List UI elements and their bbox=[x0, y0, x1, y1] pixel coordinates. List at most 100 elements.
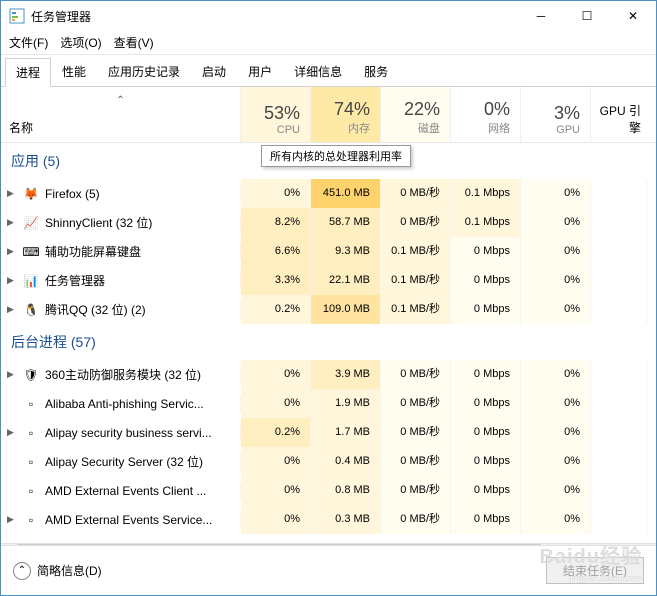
expand-icon[interactable]: ▶ bbox=[7, 246, 17, 257]
process-row[interactable]: ▶⌨辅助功能屏幕键盘6.6%9.3 MB0.1 MB/秒0 Mbps0% bbox=[1, 237, 656, 266]
metric-cell: 0.1 MB/秒 bbox=[381, 295, 451, 324]
process-icon: ▫ bbox=[23, 512, 39, 528]
menu-file[interactable]: 文件(F) bbox=[9, 34, 48, 51]
minimize-button[interactable]: ─ bbox=[518, 1, 564, 31]
metric-cell: 0 MB/秒 bbox=[381, 447, 451, 476]
close-button[interactable]: ✕ bbox=[610, 1, 656, 31]
column-memory[interactable]: 74% 内存 bbox=[311, 87, 381, 142]
process-row[interactable]: ▶🛡360主动防御服务模块 (32 位)0%3.9 MB0 MB/秒0 Mbps… bbox=[1, 360, 656, 389]
metric-cell: 6.6% bbox=[241, 237, 311, 266]
expand-icon[interactable]: ▶ bbox=[7, 369, 17, 380]
expand-icon[interactable]: ▶ bbox=[7, 427, 17, 438]
metric-cell: 0% bbox=[521, 476, 591, 505]
metric-cell: 0 Mbps bbox=[451, 295, 521, 324]
metric-cell: 0 MB/秒 bbox=[381, 389, 451, 418]
metric-cell: 0% bbox=[521, 447, 591, 476]
group-header: 后台进程 (57) bbox=[1, 324, 656, 360]
process-row[interactable]: ▶▫Alipay security business servi...0.2%1… bbox=[1, 418, 656, 447]
process-row[interactable]: ▫Alibaba Anti-phishing Servic...0%1.9 MB… bbox=[1, 389, 656, 418]
process-icon: ⌨ bbox=[23, 244, 39, 260]
metric-cell: 0.1 MB/秒 bbox=[381, 237, 451, 266]
metric-cell: 0.2% bbox=[241, 295, 311, 324]
metric-cell: 0.1 Mbps bbox=[451, 208, 521, 237]
metric-cell: 0% bbox=[521, 295, 591, 324]
app-icon bbox=[9, 8, 25, 24]
metric-cell: 0% bbox=[241, 360, 311, 389]
column-cpu[interactable]: 53% CPU bbox=[241, 87, 311, 142]
metric-cell: 0 MB/秒 bbox=[381, 179, 451, 208]
expand-icon[interactable]: ▶ bbox=[7, 188, 17, 199]
tab-3[interactable]: 启动 bbox=[191, 57, 237, 86]
column-name[interactable]: ⌃ 名称 bbox=[1, 87, 241, 142]
expand-icon[interactable]: ▶ bbox=[7, 514, 17, 525]
fewer-details-button[interactable]: ⌃ 简略信息(D) bbox=[13, 562, 102, 580]
metric-cell: 0% bbox=[241, 505, 311, 534]
metric-cell: 0 Mbps bbox=[451, 266, 521, 295]
metric-cell: 0.3 MB bbox=[311, 505, 381, 534]
metric-cell: 0% bbox=[241, 389, 311, 418]
metric-cell: 0% bbox=[521, 505, 591, 534]
metric-cell: 0% bbox=[241, 447, 311, 476]
metric-cell: 0% bbox=[521, 360, 591, 389]
tab-0[interactable]: 进程 bbox=[5, 58, 51, 87]
process-row[interactable]: ▶▫AMD External Events Service...0%0.3 MB… bbox=[1, 505, 656, 534]
metric-cell: 58.7 MB bbox=[311, 208, 381, 237]
metric-cell: 0 MB/秒 bbox=[381, 476, 451, 505]
metric-cell: 3.3% bbox=[241, 266, 311, 295]
column-disk[interactable]: 22% 磁盘 bbox=[381, 87, 451, 142]
process-row[interactable]: ▫Alipay Security Server (32 位)0%0.4 MB0 … bbox=[1, 447, 656, 476]
process-icon: ▫ bbox=[23, 425, 39, 441]
process-name: ShinnyClient (32 位) bbox=[45, 214, 152, 231]
process-row[interactable]: ▶🦊Firefox (5)0%451.0 MB0 MB/秒0.1 Mbps0% bbox=[1, 179, 656, 208]
metric-cell: 0% bbox=[521, 237, 591, 266]
menu-options[interactable]: 选项(O) bbox=[60, 34, 101, 51]
metric-cell: 0 Mbps bbox=[451, 447, 521, 476]
column-network[interactable]: 0% 网络 bbox=[451, 87, 521, 142]
end-task-button[interactable]: 结束任务(E) bbox=[546, 557, 644, 584]
process-icon: 📈 bbox=[23, 215, 39, 231]
metric-cell: 0 MB/秒 bbox=[381, 505, 451, 534]
column-gpu-engine[interactable]: GPU 引擎 bbox=[591, 87, 647, 142]
metric-cell: 0.2% bbox=[241, 418, 311, 447]
chevron-up-icon: ⌃ bbox=[13, 562, 31, 580]
metric-cell: 0.1 Mbps bbox=[451, 179, 521, 208]
process-row[interactable]: ▶🐧腾讯QQ (32 位) (2)0.2%109.0 MB0.1 MB/秒0 M… bbox=[1, 295, 656, 324]
tab-1[interactable]: 性能 bbox=[51, 57, 97, 86]
process-icon: 🐧 bbox=[23, 302, 39, 318]
expand-icon[interactable]: ▶ bbox=[7, 304, 17, 315]
metric-cell: 0 Mbps bbox=[451, 418, 521, 447]
metric-cell: 22.1 MB bbox=[311, 266, 381, 295]
metric-cell: 9.3 MB bbox=[311, 237, 381, 266]
metric-cell: 0 Mbps bbox=[451, 360, 521, 389]
process-icon: ▫ bbox=[23, 483, 39, 499]
metric-cell: 0% bbox=[521, 179, 591, 208]
expand-icon[interactable]: ▶ bbox=[7, 217, 17, 228]
process-name: 辅助功能屏幕键盘 bbox=[45, 243, 141, 260]
tab-4[interactable]: 用户 bbox=[237, 57, 283, 86]
metric-cell: 0 Mbps bbox=[451, 389, 521, 418]
metric-cell: 0 MB/秒 bbox=[381, 418, 451, 447]
maximize-button[interactable]: ☐ bbox=[564, 1, 610, 31]
metric-cell: 109.0 MB bbox=[311, 295, 381, 324]
expand-icon[interactable]: ▶ bbox=[7, 275, 17, 286]
process-name: AMD External Events Client ... bbox=[45, 484, 206, 498]
process-icon: ▫ bbox=[23, 454, 39, 470]
metric-cell: 0% bbox=[241, 179, 311, 208]
tab-6[interactable]: 服务 bbox=[353, 57, 399, 86]
process-name: Firefox (5) bbox=[45, 187, 100, 201]
menu-view[interactable]: 查看(V) bbox=[114, 34, 154, 51]
process-row[interactable]: ▶📈ShinnyClient (32 位)8.2%58.7 MB0 MB/秒0.… bbox=[1, 208, 656, 237]
column-gpu[interactable]: 3% GPU bbox=[521, 87, 591, 142]
process-icon: 🦊 bbox=[23, 186, 39, 202]
window-title: 任务管理器 bbox=[31, 8, 518, 25]
process-row[interactable]: ▶📊任务管理器3.3%22.1 MB0.1 MB/秒0 Mbps0% bbox=[1, 266, 656, 295]
process-row[interactable]: ▫AMD External Events Client ...0%0.8 MB0… bbox=[1, 476, 656, 505]
tooltip: 所有内核的总处理器利用率 bbox=[261, 145, 411, 167]
process-name: 360主动防御服务模块 (32 位) bbox=[45, 366, 201, 383]
tab-2[interactable]: 应用历史记录 bbox=[97, 57, 191, 86]
metric-cell: 3.9 MB bbox=[311, 360, 381, 389]
tab-5[interactable]: 详细信息 bbox=[283, 57, 353, 86]
metric-cell: 0% bbox=[521, 266, 591, 295]
metric-cell: 8.2% bbox=[241, 208, 311, 237]
process-icon: 🛡 bbox=[23, 367, 39, 383]
